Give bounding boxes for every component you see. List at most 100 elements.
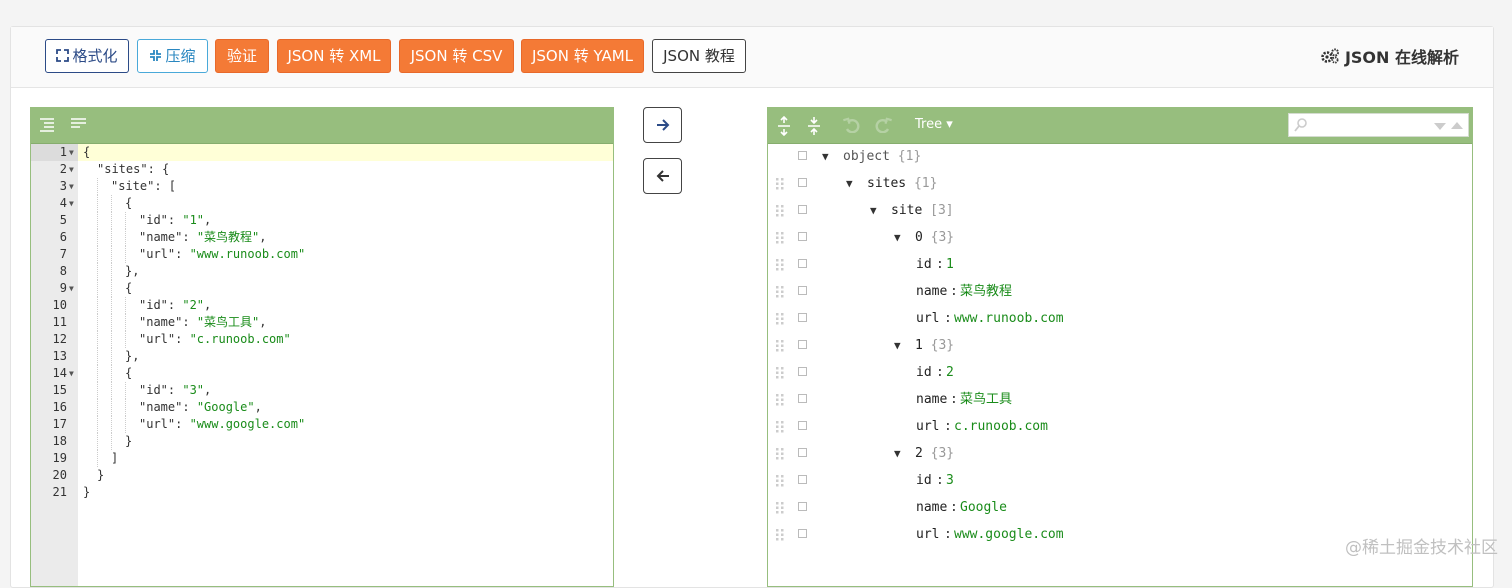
context-menu-button[interactable] — [798, 421, 807, 430]
drag-handle-icon[interactable] — [775, 286, 785, 298]
copy-to-left-button[interactable] — [643, 158, 682, 194]
context-menu-button[interactable] — [798, 205, 807, 214]
context-menu-button[interactable] — [798, 502, 807, 511]
code-line[interactable]: 14 ▼{ — [31, 365, 613, 382]
drag-handle-icon[interactable] — [775, 475, 785, 487]
context-menu-button[interactable] — [798, 232, 807, 241]
field-value[interactable]: 菜鸟工具 — [960, 386, 1012, 413]
json-to-xml-button[interactable]: JSON 转 XML — [277, 39, 391, 73]
code-editor[interactable]: 1 ▼{2 ▼ "sites": {3 ▼ "site": [4 ▼{5 "id": "1",… — [30, 107, 614, 587]
drag-handle-icon[interactable] — [775, 313, 785, 325]
context-menu-button[interactable] — [798, 529, 807, 538]
tree-node[interactable]: id:3 — [768, 467, 1468, 494]
validate-button[interactable]: 验证 — [215, 39, 269, 73]
field-name[interactable]: id — [916, 251, 932, 278]
tree-node[interactable]: name: 菜鸟教程 — [768, 278, 1468, 305]
collapse-all-icon[interactable] — [806, 116, 822, 136]
field-name[interactable]: url — [916, 305, 939, 332]
fold-toggle-icon[interactable]: ▼ — [69, 195, 74, 212]
tree-node[interactable]: id:2 — [768, 359, 1468, 386]
tree-node[interactable]: url: www.runoob.com — [768, 305, 1468, 332]
expand-toggle-icon[interactable]: ▼ — [846, 170, 853, 197]
code-line[interactable]: 7 "url": "www.runoob.com" — [31, 246, 613, 263]
context-menu-button[interactable] — [798, 313, 807, 322]
code-area[interactable]: 1 ▼{2 ▼ "sites": {3 ▼ "site": [4 ▼{5 "id": "1",… — [31, 144, 613, 586]
field-name[interactable]: name — [916, 278, 947, 305]
drag-handle-icon[interactable] — [775, 421, 785, 433]
context-menu-button[interactable] — [798, 448, 807, 457]
field-name[interactable]: url — [916, 413, 939, 440]
code-line[interactable]: 6 "name": "菜鸟教程", — [31, 229, 613, 246]
drag-handle-icon[interactable] — [775, 259, 785, 271]
fold-toggle-icon[interactable]: ▼ — [69, 144, 74, 161]
drag-handle-icon[interactable] — [775, 448, 785, 460]
field-value[interactable]: www.runoob.com — [954, 305, 1064, 332]
expand-all-icon[interactable] — [776, 116, 792, 136]
field-value[interactable]: 3 — [946, 467, 954, 494]
code-line[interactable]: 19] — [31, 450, 613, 467]
context-menu-button[interactable] — [798, 259, 807, 268]
tree-editor[interactable]: Tree ▾ ▼ object {1} ▼ sites {1} ▼ site [3] ▼ 0 … — [767, 107, 1473, 587]
drag-handle-icon[interactable] — [775, 232, 785, 244]
format-button[interactable]: 格式化 — [45, 39, 129, 73]
drag-handle-icon[interactable] — [775, 205, 785, 217]
field-name[interactable]: id — [916, 467, 932, 494]
code-line[interactable]: 9 ▼{ — [31, 280, 613, 297]
code-line[interactable]: 21} — [31, 484, 613, 501]
fold-toggle-icon[interactable]: ▼ — [69, 178, 74, 195]
code-line[interactable]: 5 "id": "1", — [31, 212, 613, 229]
field-name[interactable]: url — [916, 521, 939, 548]
context-menu-button[interactable] — [798, 340, 807, 349]
expand-toggle-icon[interactable]: ▼ — [894, 440, 901, 467]
tree-node[interactable]: url: c.runoob.com — [768, 413, 1468, 440]
fold-toggle-icon[interactable]: ▼ — [69, 161, 74, 178]
code-line[interactable]: 16 "name": "Google", — [31, 399, 613, 416]
context-menu-button[interactable] — [798, 286, 807, 295]
code-line[interactable]: 8}, — [31, 263, 613, 280]
field-name[interactable]: name — [916, 494, 947, 521]
undo-icon[interactable] — [843, 117, 861, 133]
drag-handle-icon[interactable] — [775, 502, 785, 514]
field-value[interactable]: c.runoob.com — [954, 413, 1048, 440]
tree-node[interactable]: ▼ 0 {3} — [768, 224, 1468, 251]
code-line[interactable]: 12 "url": "c.runoob.com" — [31, 331, 613, 348]
format-json-icon[interactable] — [39, 117, 57, 133]
tree-node[interactable]: name: 菜鸟工具 — [768, 386, 1468, 413]
expand-toggle-icon[interactable]: ▼ — [870, 197, 877, 224]
compact-json-icon[interactable] — [70, 117, 88, 133]
field-value[interactable]: Google — [960, 494, 1007, 521]
drag-handle-icon[interactable] — [775, 340, 785, 352]
field-name[interactable]: name — [916, 386, 947, 413]
context-menu-button[interactable] — [798, 178, 807, 187]
json-to-yaml-button[interactable]: JSON 转 YAML — [521, 39, 644, 73]
copy-to-right-button[interactable] — [643, 107, 682, 143]
field-value[interactable]: 菜鸟教程 — [960, 278, 1012, 305]
expand-toggle-icon[interactable]: ▼ — [822, 143, 829, 170]
code-line[interactable]: 20} — [31, 467, 613, 484]
tree-node[interactable]: name: Google — [768, 494, 1468, 521]
json-to-csv-button[interactable]: JSON 转 CSV — [399, 39, 514, 73]
redo-icon[interactable] — [874, 117, 892, 133]
field-name[interactable]: id — [916, 359, 932, 386]
tree-search-box[interactable] — [1288, 113, 1469, 137]
json-tutorial-button[interactable]: JSON 教程 — [652, 39, 746, 73]
expand-toggle-icon[interactable]: ▼ — [894, 224, 901, 251]
field-value[interactable]: www.google.com — [954, 521, 1064, 548]
tree-node[interactable]: ▼ object {1} — [768, 143, 1468, 170]
fold-toggle-icon[interactable]: ▼ — [69, 365, 74, 382]
tree-node[interactable]: id:1 — [768, 251, 1468, 278]
tree-node[interactable]: ▼ 1 {3} — [768, 332, 1468, 359]
code-line[interactable]: 18} — [31, 433, 613, 450]
context-menu-button[interactable] — [798, 475, 807, 484]
tree-node[interactable]: ▼ sites {1} — [768, 170, 1468, 197]
context-menu-button[interactable] — [798, 394, 807, 403]
search-next-icon[interactable] — [1433, 122, 1447, 131]
mode-select[interactable]: Tree ▾ — [915, 117, 953, 132]
drag-handle-icon[interactable] — [775, 178, 785, 190]
context-menu-button[interactable] — [798, 367, 807, 376]
fold-toggle-icon[interactable]: ▼ — [69, 280, 74, 297]
code-line[interactable]: 1 ▼{ — [31, 144, 613, 161]
field-value[interactable]: 1 — [946, 251, 954, 278]
code-line[interactable]: 4 ▼{ — [31, 195, 613, 212]
drag-handle-icon[interactable] — [775, 367, 785, 379]
